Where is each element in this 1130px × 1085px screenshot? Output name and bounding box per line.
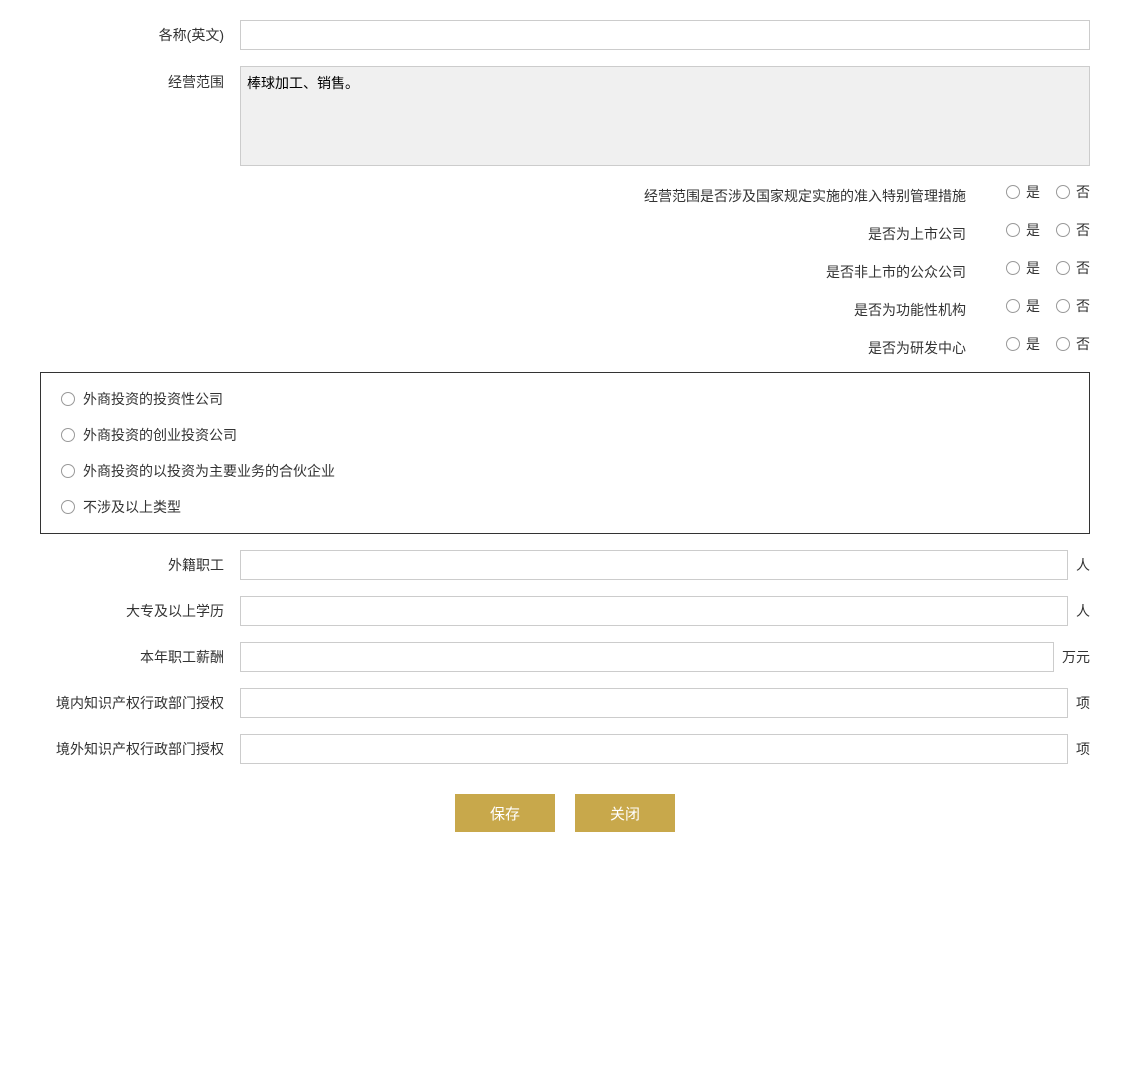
domestic-ip-unit: 项 [1076,693,1090,713]
college-above-input[interactable] [240,596,1068,626]
annual-salary-row: 本年职工薪酬 万元 [40,642,1090,672]
partnership-radio[interactable] [61,464,75,478]
button-row: 保存 关闭 [40,794,1090,832]
functional-org-radios: 是 否 [1006,296,1090,316]
not-applicable-item: 不涉及以上类型 [61,497,1069,517]
rd-center-no-radio[interactable] [1056,337,1070,351]
non-listed-public-radios: 是 否 [1006,258,1090,278]
partnership-label[interactable]: 外商投资的以投资为主要业务的合伙企业 [83,461,335,481]
rd-center-label: 是否为研发中心 [40,334,1006,358]
name-en-label: 各称(英文) [40,25,240,45]
non-listed-yes-radio[interactable] [1006,261,1020,275]
special-mgmt-yes-label[interactable]: 是 [1026,182,1040,202]
venture-company-label[interactable]: 外商投资的创业投资公司 [83,425,237,445]
annual-salary-input[interactable] [240,642,1054,672]
college-above-unit: 人 [1076,601,1090,621]
domestic-ip-input[interactable] [240,688,1068,718]
listed-company-radios: 是 否 [1006,220,1090,240]
rd-center-radios: 是 否 [1006,334,1090,354]
listed-no-label[interactable]: 否 [1076,220,1090,240]
special-mgmt-row: 经营范围是否涉及国家规定实施的准入特别管理措施 是 否 [40,182,1090,206]
not-applicable-radio[interactable] [61,500,75,514]
functional-org-no-radio[interactable] [1056,299,1070,313]
special-mgmt-no-radio[interactable] [1056,185,1070,199]
foreign-staff-input[interactable] [240,550,1068,580]
investment-company-item: 外商投资的投资性公司 [61,389,1069,409]
non-listed-no-label[interactable]: 否 [1076,258,1090,278]
business-scope-textarea[interactable]: 棒球加工、销售。 [240,66,1090,166]
name-en-input[interactable] [240,20,1090,50]
save-button[interactable]: 保存 [455,794,555,832]
functional-org-yes-label[interactable]: 是 [1026,296,1040,316]
college-above-label: 大专及以上学历 [40,601,240,621]
functional-org-label: 是否为功能性机构 [40,296,1006,320]
foreign-staff-label: 外籍职工 [40,555,240,575]
rd-center-yes-radio[interactable] [1006,337,1020,351]
listed-company-row: 是否为上市公司 是 否 [40,220,1090,244]
functional-org-no-label[interactable]: 否 [1076,296,1090,316]
non-listed-yes-label[interactable]: 是 [1026,258,1040,278]
special-mgmt-radios: 是 否 [1006,182,1090,202]
foreign-staff-row: 外籍职工 人 [40,550,1090,580]
non-listed-public-label: 是否非上市的公众公司 [40,258,1006,282]
rd-center-yes-label[interactable]: 是 [1026,334,1040,354]
form-container: 各称(英文) 经营范围 棒球加工、销售。 经营范围是否涉及国家规定实施的准入特别… [40,20,1090,832]
business-scope-row: 经营范围 棒球加工、销售。 [40,66,1090,166]
functional-org-yes-radio[interactable] [1006,299,1020,313]
functional-org-row: 是否为功能性机构 是 否 [40,296,1090,320]
annual-salary-label: 本年职工薪酬 [40,647,240,667]
overseas-ip-unit: 项 [1076,739,1090,759]
special-mgmt-label: 经营范围是否涉及国家规定实施的准入特别管理措施 [40,182,1006,206]
domestic-ip-label: 境内知识产权行政部门授权 [40,693,240,713]
foreign-staff-unit: 人 [1076,555,1090,575]
venture-company-radio[interactable] [61,428,75,442]
overseas-ip-input[interactable] [240,734,1068,764]
non-listed-public-row: 是否非上市的公众公司 是 否 [40,258,1090,282]
special-mgmt-yes-radio[interactable] [1006,185,1020,199]
listed-yes-radio[interactable] [1006,223,1020,237]
name-en-row: 各称(英文) [40,20,1090,50]
rd-center-no-label[interactable]: 否 [1076,334,1090,354]
close-button[interactable]: 关闭 [575,794,675,832]
listed-company-label: 是否为上市公司 [40,220,1006,244]
overseas-ip-row: 境外知识产权行政部门授权 项 [40,734,1090,764]
investment-company-radio[interactable] [61,392,75,406]
not-applicable-label[interactable]: 不涉及以上类型 [83,497,181,517]
venture-company-item: 外商投资的创业投资公司 [61,425,1069,445]
non-listed-no-radio[interactable] [1056,261,1070,275]
listed-yes-label[interactable]: 是 [1026,220,1040,240]
overseas-ip-label: 境外知识产权行政部门授权 [40,739,240,759]
rd-center-row: 是否为研发中心 是 否 [40,334,1090,358]
listed-no-radio[interactable] [1056,223,1070,237]
college-above-row: 大专及以上学历 人 [40,596,1090,626]
partnership-item: 外商投资的以投资为主要业务的合伙企业 [61,461,1069,481]
annual-salary-unit: 万元 [1062,647,1090,667]
business-scope-label: 经营范围 [40,66,240,92]
investment-company-label[interactable]: 外商投资的投资性公司 [83,389,223,409]
investment-type-section: 外商投资的投资性公司 外商投资的创业投资公司 外商投资的以投资为主要业务的合伙企… [40,372,1090,534]
special-mgmt-no-label[interactable]: 否 [1076,182,1090,202]
domestic-ip-row: 境内知识产权行政部门授权 项 [40,688,1090,718]
